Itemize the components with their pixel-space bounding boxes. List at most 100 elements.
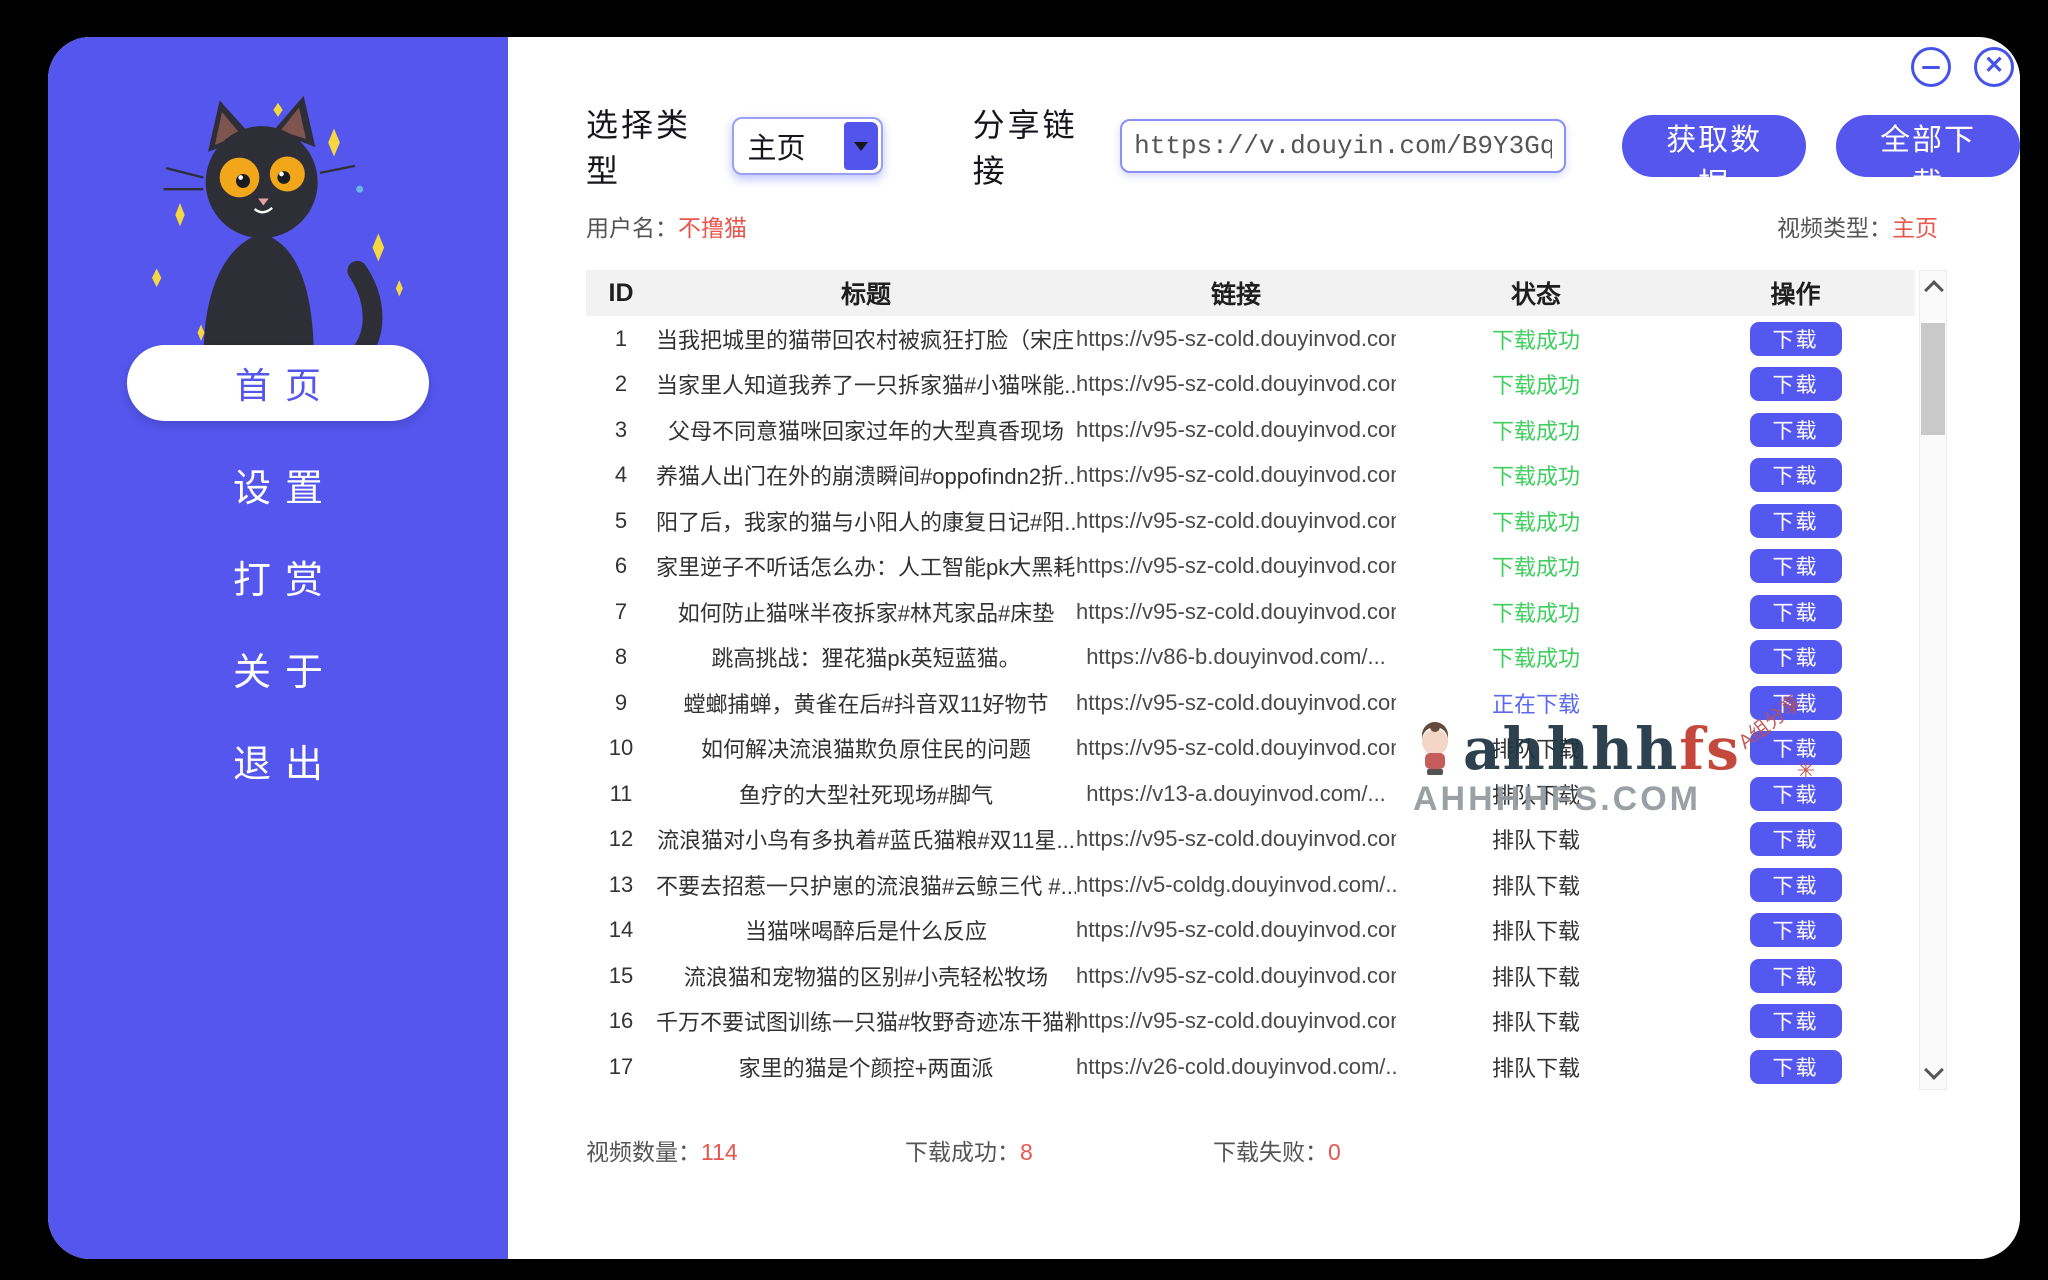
video-count-value: 114: [701, 1139, 738, 1165]
main-panel: ✕ 选择类型 主页 分享链接 获取数据 全部下载 用户名：不撸猫 视频类型：主页: [508, 37, 2020, 1259]
cell-title: 不要去招惹一只护崽的流浪猫#云鲸三代 #...: [656, 869, 1076, 901]
cell-action: 下载: [1676, 913, 1915, 947]
table-header: ID 标题 链接 状态 操作: [586, 270, 1915, 316]
cell-status: 排队下载: [1396, 1051, 1676, 1083]
fail-count-stat: 下载失败：0: [1213, 1133, 1341, 1167]
sidebar-nav: 首页设置打赏关于退出: [48, 345, 508, 789]
cell-status: 下载成功: [1396, 505, 1676, 537]
download-button[interactable]: 下载: [1750, 640, 1842, 674]
download-button[interactable]: 下载: [1750, 322, 1842, 356]
cell-link: https://v95-sz-cold.douyinvod.com/...: [1076, 917, 1396, 943]
download-button[interactable]: 下载: [1750, 1050, 1842, 1084]
table-row: 6 家里逆子不听话怎么办：人工智能pk大黑耗... https://v95-sz…: [586, 544, 1915, 590]
cell-status: 排队下载: [1396, 869, 1676, 901]
cell-id: 15: [586, 963, 656, 989]
minimize-icon: [1922, 66, 1940, 69]
table-row: 7 如何防止猫咪半夜拆家#林芃家品#床垫 https://v95-sz-cold…: [586, 589, 1915, 635]
cell-title: 养猫人出门在外的崩溃瞬间#oppofindn2折...: [656, 459, 1076, 491]
video-count-label: 视频数量：: [586, 1139, 701, 1165]
download-button[interactable]: 下载: [1750, 822, 1842, 856]
info-row: 用户名：不撸猫 视频类型：主页: [586, 209, 1938, 243]
cell-status: 排队下载: [1396, 914, 1676, 946]
header-id: ID: [586, 279, 656, 308]
fail-count-value: 0: [1328, 1139, 1341, 1165]
cell-title: 当猫咪喝醉后是什么反应: [656, 914, 1076, 946]
cell-link: https://v95-sz-cold.douyinvod.com/...: [1076, 690, 1396, 716]
success-count-stat: 下载成功：8: [905, 1133, 1033, 1167]
download-button[interactable]: 下载: [1750, 959, 1842, 993]
cell-title: 父母不同意猫咪回家过年的大型真香现场: [656, 414, 1076, 446]
cell-status: 下载成功: [1396, 641, 1676, 673]
minimize-button[interactable]: [1911, 47, 1951, 87]
table-scrollbar[interactable]: [1919, 270, 1947, 1090]
cell-link: https://v86-b.douyinvod.com/...: [1076, 644, 1396, 670]
cell-id: 4: [586, 462, 656, 488]
table-row: 9 螳螂捕蝉，黄雀在后#抖音双11好物节 https://v95-sz-cold…: [586, 680, 1915, 726]
type-select-value: 主页: [734, 125, 806, 167]
download-button[interactable]: 下载: [1750, 595, 1842, 629]
cell-status: 下载成功: [1396, 459, 1676, 491]
download-button[interactable]: 下载: [1750, 367, 1842, 401]
cell-id: 7: [586, 599, 656, 625]
sidebar-item-打赏[interactable]: 打赏: [127, 547, 429, 605]
cell-title: 阳了后，我家的猫与小阳人的康复日记#阳...: [656, 505, 1076, 537]
cell-status: 正在下载: [1396, 687, 1676, 719]
cell-action: 下载: [1676, 1004, 1915, 1038]
type-select-arrow-button[interactable]: [844, 122, 878, 170]
cell-id: 10: [586, 735, 656, 761]
sidebar-item-首页[interactable]: 首页: [127, 345, 429, 421]
cell-action: 下载: [1676, 731, 1915, 765]
sidebar-item-关于[interactable]: 关于: [127, 639, 429, 697]
table-row: 15 流浪猫和宠物猫的区别#小壳轻松牧场 https://v95-sz-cold…: [586, 953, 1915, 999]
cell-action: 下载: [1676, 322, 1915, 356]
download-button[interactable]: 下载: [1750, 913, 1842, 947]
download-button[interactable]: 下载: [1750, 868, 1842, 902]
table-row: 14 当猫咪喝醉后是什么反应 https://v95-sz-cold.douyi…: [586, 908, 1915, 954]
cell-id: 1: [586, 326, 656, 352]
sidebar: 首页设置打赏关于退出: [48, 37, 508, 1259]
cell-action: 下载: [1676, 504, 1915, 538]
download-button[interactable]: 下载: [1750, 1004, 1842, 1038]
sidebar-item-设置[interactable]: 设置: [127, 455, 429, 513]
download-button[interactable]: 下载: [1750, 458, 1842, 492]
scrollbar-thumb[interactable]: [1921, 323, 1945, 435]
download-button[interactable]: 下载: [1750, 549, 1842, 583]
cell-action: 下载: [1676, 868, 1915, 902]
cell-status: 排队下载: [1396, 960, 1676, 992]
cell-action: 下载: [1676, 595, 1915, 629]
sidebar-item-退出[interactable]: 退出: [127, 731, 429, 789]
cell-link: https://v95-sz-cold.douyinvod.com/...: [1076, 326, 1396, 352]
username-value: 不撸猫: [678, 215, 747, 241]
cell-status: 排队下载: [1396, 1005, 1676, 1037]
cell-id: 5: [586, 508, 656, 534]
cell-title: 家里的猫是个颜控+两面派: [656, 1051, 1076, 1083]
download-button[interactable]: 下载: [1750, 504, 1842, 538]
cell-status: 排队下载: [1396, 823, 1676, 855]
close-icon: ✕: [1984, 54, 2004, 78]
cell-id: 16: [586, 1008, 656, 1034]
share-link-input[interactable]: [1120, 119, 1566, 173]
cell-id: 3: [586, 417, 656, 443]
scroll-up-icon[interactable]: [1924, 280, 1944, 300]
cell-action: 下载: [1676, 777, 1915, 811]
download-button[interactable]: 下载: [1750, 686, 1842, 720]
close-button[interactable]: ✕: [1974, 47, 2014, 87]
download-button[interactable]: 下载: [1750, 731, 1842, 765]
download-button[interactable]: 下载: [1750, 777, 1842, 811]
cell-link: https://v95-sz-cold.douyinvod.com/...: [1076, 553, 1396, 579]
table-row: 12 流浪猫对小鸟有多执着#蓝氏猫粮#双11星... https://v95-s…: [586, 817, 1915, 863]
cell-link: https://v5-coldg.douyinvod.com/...: [1076, 872, 1396, 898]
download-button[interactable]: 下载: [1750, 413, 1842, 447]
cell-status: 下载成功: [1396, 368, 1676, 400]
fetch-data-button[interactable]: 获取数据: [1622, 115, 1806, 177]
table-row: 10 如何解决流浪猫欺负原住民的问题 https://v95-sz-cold.d…: [586, 726, 1915, 772]
cell-id: 17: [586, 1054, 656, 1080]
download-all-button[interactable]: 全部下载: [1836, 115, 2020, 177]
cell-link: https://v95-sz-cold.douyinvod.com/...: [1076, 826, 1396, 852]
cell-status: 下载成功: [1396, 550, 1676, 582]
scroll-down-icon[interactable]: [1924, 1060, 1944, 1080]
cell-status: 排队下载: [1396, 778, 1676, 810]
type-select[interactable]: 主页: [732, 117, 883, 175]
table-row: 5 阳了后，我家的猫与小阳人的康复日记#阳... https://v95-sz-…: [586, 498, 1915, 544]
cell-link: https://v95-sz-cold.douyinvod.com/...: [1076, 508, 1396, 534]
